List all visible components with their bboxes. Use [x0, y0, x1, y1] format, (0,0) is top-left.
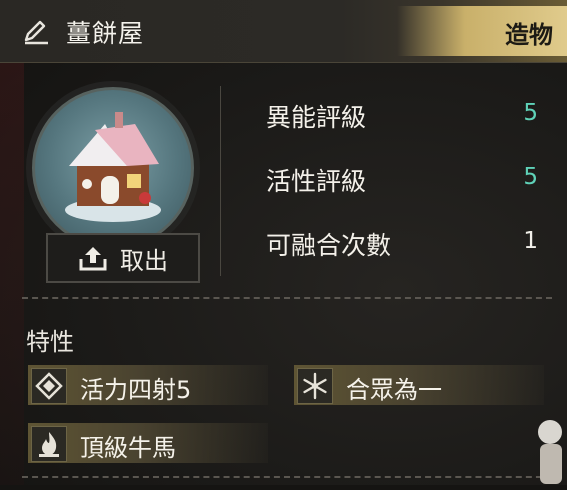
item-detail-panel: 薑餅屋 造物 取出 異能評級 5 活性評級 5 可融合次數 1 特性 活力四射5… [0, 0, 567, 485]
pencil-icon[interactable] [22, 18, 50, 46]
gingerbread-house-icon [65, 112, 161, 222]
stat-name: 異能評級 [266, 103, 367, 132]
header-bar: 薑餅屋 造物 [0, 0, 567, 63]
diamond-icon [31, 368, 67, 404]
category-badge: 造物 [397, 6, 567, 56]
category-badge-label: 造物 [505, 21, 553, 49]
trait-name: 合眾為一 [346, 376, 442, 404]
trait-chip[interactable]: 頂級牛馬 [28, 423, 268, 463]
item-portrait [32, 87, 194, 249]
trait-chip[interactable]: 活力四射5 [28, 365, 268, 405]
stat-value: 5 [523, 100, 538, 126]
stat-row: 活性評級 5 [266, 162, 546, 196]
stat-row: 可融合次數 1 [266, 226, 546, 260]
vertical-divider [220, 86, 221, 276]
section-divider [22, 297, 552, 299]
section-divider [22, 476, 552, 478]
trait-name: 頂級牛馬 [80, 434, 176, 462]
stat-value: 1 [523, 228, 538, 254]
stat-value: 5 [523, 164, 538, 190]
flame-icon [31, 426, 67, 462]
stat-name: 可融合次數 [266, 231, 392, 260]
withdraw-label: 取出 [120, 246, 168, 275]
withdraw-button[interactable]: 取出 [46, 233, 200, 283]
trait-name: 活力四射5 [80, 376, 192, 404]
trait-chip[interactable]: 合眾為一 [294, 365, 544, 405]
traits-heading: 特性 [26, 328, 74, 356]
upload-icon [79, 247, 107, 271]
stat-row: 異能評級 5 [266, 98, 546, 132]
item-title: 薑餅屋 [66, 19, 145, 48]
stat-name: 活性評級 [266, 167, 367, 196]
character-figure [538, 420, 562, 484]
snowflake-icon [297, 368, 333, 404]
